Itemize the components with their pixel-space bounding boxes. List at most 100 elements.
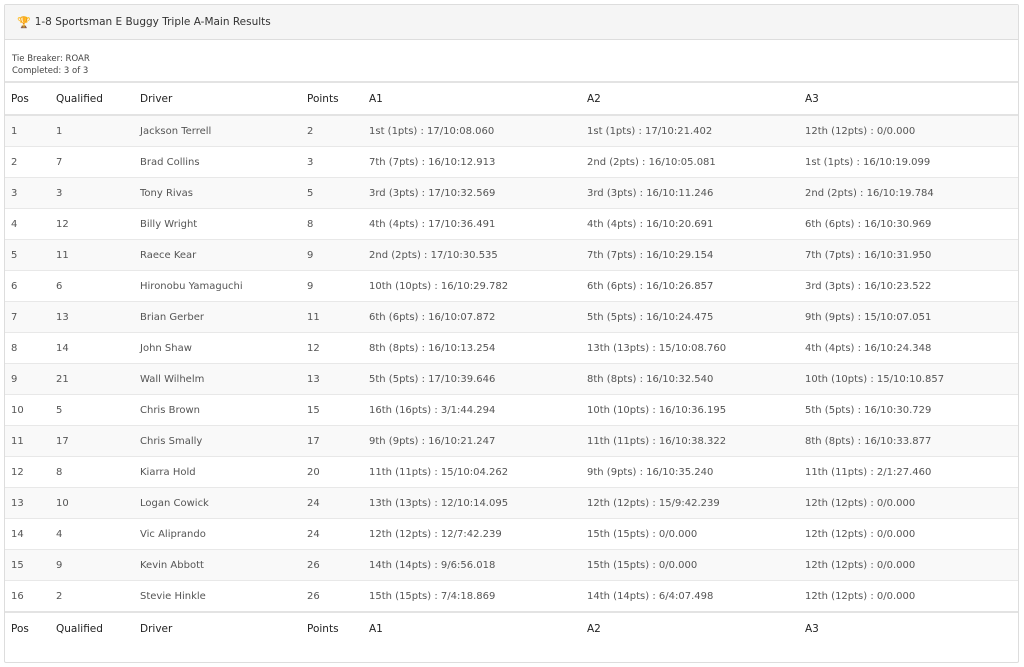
trophy-icon: 🏆 — [17, 15, 31, 29]
column-header-qualified: Qualified — [50, 81, 134, 116]
cell-driver: Vic Aliprando — [134, 518, 301, 550]
cell-a1: 3rd (3pts) : 17/10:32.569 — [363, 177, 581, 209]
cell-qualified: 1 — [50, 114, 134, 147]
table-row: 1 1 Jackson Terrell 2 1st (1pts) : 17/10:08.… — [5, 114, 1018, 147]
cell-qualified: 11 — [50, 239, 134, 271]
cell-a3: 6th (6pts) : 16/10:30.969 — [799, 208, 1018, 240]
cell-points: 2 — [301, 114, 363, 147]
cell-points: 15 — [301, 394, 363, 426]
cell-a1: 1st (1pts) : 17/10:08.060 — [363, 114, 581, 147]
cell-points: 24 — [301, 518, 363, 550]
cell-a1: 6th (6pts) : 16/10:07.872 — [363, 301, 581, 333]
cell-pos: 2 — [5, 146, 50, 178]
cell-qualified: 17 — [50, 425, 134, 457]
cell-a1: 11th (11pts) : 15/10:04.262 — [363, 456, 581, 488]
cell-a2: 9th (9pts) : 16/10:35.240 — [581, 456, 799, 488]
cell-points: 24 — [301, 487, 363, 519]
cell-a3: 9th (9pts) : 15/10:07.051 — [799, 301, 1018, 333]
cell-pos: 4 — [5, 208, 50, 240]
cell-points: 26 — [301, 549, 363, 581]
cell-points: 13 — [301, 363, 363, 395]
cell-pos: 8 — [5, 332, 50, 364]
cell-driver: Kevin Abbott — [134, 549, 301, 581]
cell-pos: 7 — [5, 301, 50, 333]
cell-a2: 11th (11pts) : 16/10:38.322 — [581, 425, 799, 457]
cell-pos: 3 — [5, 177, 50, 209]
cell-a2: 2nd (2pts) : 16/10:05.081 — [581, 146, 799, 178]
table-row: 13 10 Logan Cowick 24 13th (13pts) : 12/10:1… — [5, 487, 1018, 519]
table-row: 10 5 Chris Brown 15 16th (16pts) : 3/1:44.29… — [5, 394, 1018, 426]
column-header-points: Points — [301, 81, 363, 116]
table-row: 15 9 Kevin Abbott 26 14th (14pts) : 9/6:56.0… — [5, 549, 1018, 581]
race-info: Tie Breaker: ROAR Completed: 3 of 3 — [5, 40, 1018, 81]
table-row: 3 3 Tony Rivas 5 3rd (3pts) : 17/10:32.569 3r… — [5, 177, 1018, 209]
cell-a3: 12th (12pts) : 0/0.000 — [799, 114, 1018, 147]
cell-points: 9 — [301, 239, 363, 271]
completed-text: Completed: 3 of 3 — [12, 66, 89, 76]
table-row: 11 17 Chris Smally 17 9th (9pts) : 16/10:21.… — [5, 425, 1018, 457]
cell-a2: 1st (1pts) : 17/10:21.402 — [581, 114, 799, 147]
table-row: 5 11 Raece Kear 9 2nd (2pts) : 17/10:30.535 7… — [5, 239, 1018, 271]
cell-a1: 15th (15pts) : 7/4:18.869 — [363, 580, 581, 612]
cell-driver: Tony Rivas — [134, 177, 301, 209]
results-panel: 🏆 1-8 Sportsman E Buggy Triple A-Main Re… — [4, 4, 1019, 663]
cell-driver: Logan Cowick — [134, 487, 301, 519]
column-footer-a3: A3 — [799, 611, 1018, 644]
cell-driver: John Shaw — [134, 332, 301, 364]
cell-points: 12 — [301, 332, 363, 364]
cell-qualified: 2 — [50, 580, 134, 612]
table-row: 9 21 Wall Wilhelm 13 5th (5pts) : 17/10:39.6… — [5, 363, 1018, 395]
cell-a2: 3rd (3pts) : 16/10:11.246 — [581, 177, 799, 209]
cell-driver: Brian Gerber — [134, 301, 301, 333]
cell-a3: 10th (10pts) : 15/10:10.857 — [799, 363, 1018, 395]
cell-qualified: 9 — [50, 549, 134, 581]
cell-a2: 14th (14pts) : 6/4:07.498 — [581, 580, 799, 612]
cell-a2: 12th (12pts) : 15/9:42.239 — [581, 487, 799, 519]
column-footer-qualified: Qualified — [50, 611, 134, 644]
cell-qualified: 4 — [50, 518, 134, 550]
cell-a1: 4th (4pts) : 17/10:36.491 — [363, 208, 581, 240]
cell-a2: 15th (15pts) : 0/0.000 — [581, 518, 799, 550]
table-header-row: Pos Qualified Driver Points A1 A2 A3 — [5, 81, 1018, 116]
cell-a1: 14th (14pts) : 9/6:56.018 — [363, 549, 581, 581]
results-table: Pos Qualified Driver Points A1 A2 A3 1 1 Jackson… — [5, 81, 1018, 644]
table-row: 14 4 Vic Aliprando 24 12th (12pts) : 12/7:42… — [5, 518, 1018, 550]
column-footer-driver: Driver — [134, 611, 301, 644]
table-row: 12 8 Kiarra Hold 20 11th (11pts) : 15/10:04.… — [5, 456, 1018, 488]
cell-a1: 16th (16pts) : 3/1:44.294 — [363, 394, 581, 426]
column-header-a1: A1 — [363, 81, 581, 116]
cell-a2: 8th (8pts) : 16/10:32.540 — [581, 363, 799, 395]
cell-driver: Wall Wilhelm — [134, 363, 301, 395]
column-header-a2: A2 — [581, 81, 799, 116]
cell-a1: 12th (12pts) : 12/7:42.239 — [363, 518, 581, 550]
cell-pos: 15 — [5, 549, 50, 581]
cell-qualified: 3 — [50, 177, 134, 209]
cell-pos: 13 — [5, 487, 50, 519]
cell-driver: Stevie Hinkle — [134, 580, 301, 612]
cell-a2: 7th (7pts) : 16/10:29.154 — [581, 239, 799, 271]
cell-qualified: 8 — [50, 456, 134, 488]
cell-pos: 5 — [5, 239, 50, 271]
cell-pos: 12 — [5, 456, 50, 488]
cell-qualified: 14 — [50, 332, 134, 364]
cell-a2: 6th (6pts) : 16/10:26.857 — [581, 270, 799, 302]
table-row: 7 13 Brian Gerber 11 6th (6pts) : 16/10:07.8… — [5, 301, 1018, 333]
cell-a1: 10th (10pts) : 16/10:29.782 — [363, 270, 581, 302]
cell-driver: Billy Wright — [134, 208, 301, 240]
column-footer-points: Points — [301, 611, 363, 644]
table-row: 6 6 Hironobu Yamaguchi 9 10th (10pts) : 16/1… — [5, 270, 1018, 302]
cell-qualified: 21 — [50, 363, 134, 395]
cell-a3: 12th (12pts) : 0/0.000 — [799, 580, 1018, 612]
cell-qualified: 12 — [50, 208, 134, 240]
cell-driver: Chris Smally — [134, 425, 301, 457]
cell-points: 8 — [301, 208, 363, 240]
cell-a3: 5th (5pts) : 16/10:30.729 — [799, 394, 1018, 426]
tie-breaker-text: Tie Breaker: ROAR — [12, 54, 90, 64]
cell-pos: 1 — [5, 114, 50, 147]
cell-driver: Jackson Terrell — [134, 114, 301, 147]
cell-qualified: 6 — [50, 270, 134, 302]
cell-driver: Chris Brown — [134, 394, 301, 426]
cell-driver: Kiarra Hold — [134, 456, 301, 488]
cell-a3: 8th (8pts) : 16/10:33.877 — [799, 425, 1018, 457]
panel-heading: 🏆 1-8 Sportsman E Buggy Triple A-Main Re… — [5, 5, 1018, 40]
